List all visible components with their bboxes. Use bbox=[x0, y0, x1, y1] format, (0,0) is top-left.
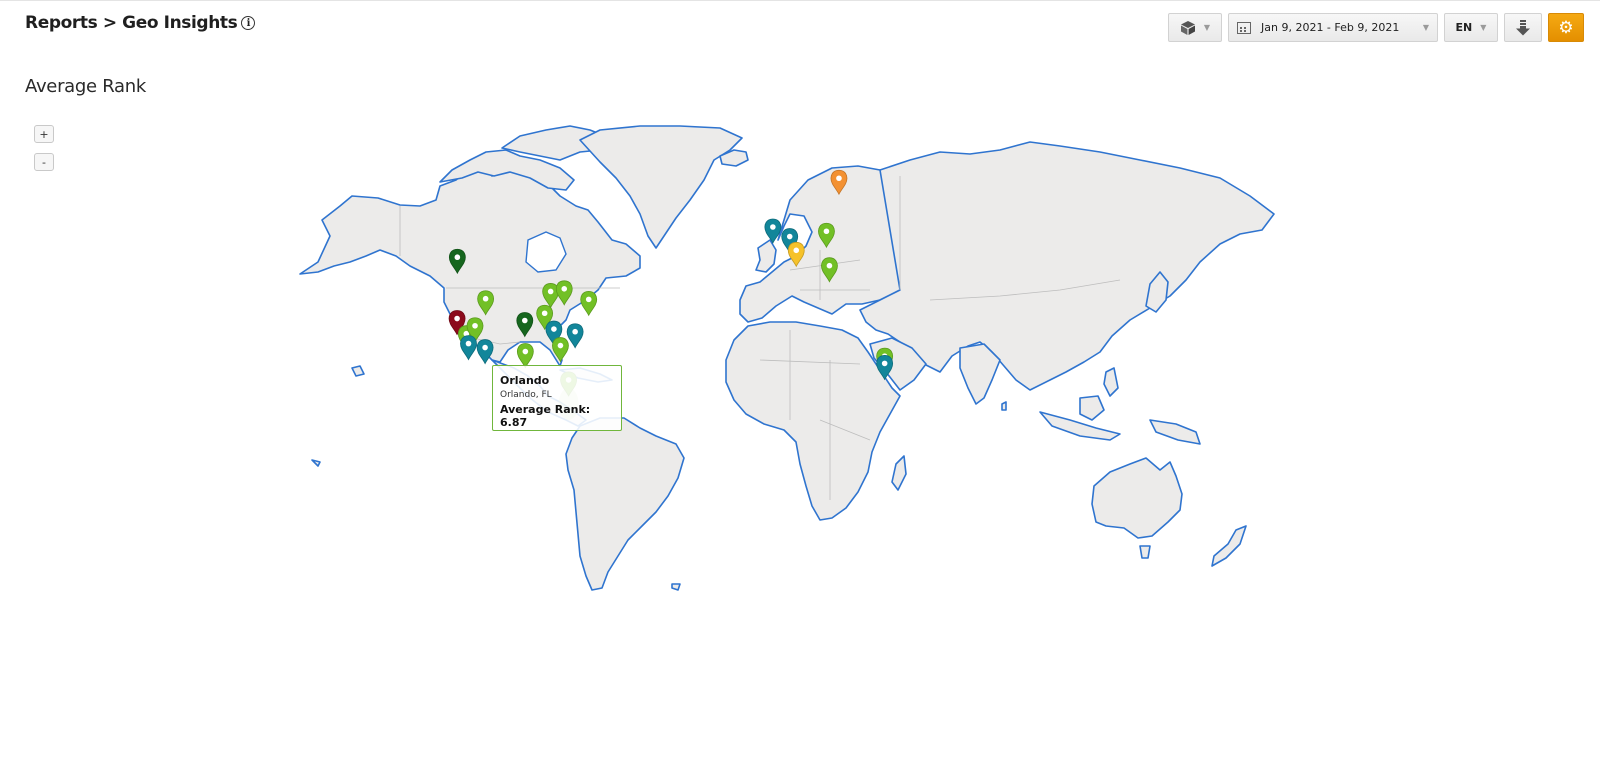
map-pin-icon bbox=[787, 241, 805, 268]
map-pin-dot bbox=[547, 288, 554, 295]
map-pin-dot bbox=[557, 342, 564, 349]
map-marker[interactable] bbox=[580, 290, 598, 317]
map-tooltip: Orlando Orlando, FL Average Rank: 6.87 bbox=[492, 365, 622, 431]
map-pin-dot bbox=[786, 233, 793, 240]
map-pin-dot bbox=[551, 326, 557, 332]
map-pin-dot bbox=[482, 295, 489, 302]
map-pin-dot bbox=[465, 340, 472, 347]
map-pin-icon bbox=[477, 290, 495, 316]
map-pin-dot bbox=[881, 360, 888, 367]
map-pin-icon bbox=[460, 335, 477, 361]
tooltip-value: Average Rank: 6.87 bbox=[500, 403, 591, 429]
map-pin-icon bbox=[764, 218, 782, 244]
map-marker[interactable] bbox=[460, 335, 477, 361]
map-marker[interactable] bbox=[476, 339, 494, 365]
map-marker[interactable] bbox=[821, 257, 838, 283]
map-pin-dot bbox=[472, 322, 478, 329]
marker-layer bbox=[448, 169, 894, 420]
map-pin-icon bbox=[566, 323, 584, 349]
map-marker[interactable] bbox=[555, 280, 573, 306]
map-marker[interactable] bbox=[566, 323, 584, 349]
map-pin-dot bbox=[541, 310, 548, 317]
map-marker[interactable] bbox=[516, 343, 534, 369]
map-pin-dot bbox=[770, 224, 776, 230]
map-pin-icon bbox=[830, 169, 848, 196]
map-pin-dot bbox=[836, 175, 842, 182]
map-pin-dot bbox=[793, 247, 800, 254]
map-pin-icon bbox=[818, 222, 835, 249]
map-pin-dot bbox=[482, 344, 488, 351]
map-pin-dot bbox=[454, 254, 461, 261]
map-marker[interactable] bbox=[764, 218, 782, 244]
map-pin-icon bbox=[876, 354, 894, 381]
map-marker[interactable] bbox=[552, 337, 569, 363]
map-marker[interactable] bbox=[787, 241, 805, 268]
tooltip-title: Orlando bbox=[500, 374, 550, 387]
map-pin-dot bbox=[826, 262, 833, 269]
map-pin-icon bbox=[580, 290, 598, 317]
map-pin-dot bbox=[522, 348, 529, 355]
map-pin-icon bbox=[552, 337, 569, 363]
map-pin-dot bbox=[454, 315, 460, 322]
map-pin-dot bbox=[823, 228, 830, 235]
map-pin-dot bbox=[561, 286, 568, 292]
map-marker[interactable] bbox=[876, 354, 894, 381]
map-marker[interactable] bbox=[516, 312, 534, 338]
map-pin-dot bbox=[522, 317, 528, 324]
map-pin-icon bbox=[516, 312, 534, 338]
map-pin-icon bbox=[448, 248, 466, 275]
world-map[interactable] bbox=[0, 0, 1600, 757]
map-pin-icon bbox=[476, 339, 494, 365]
map-marker[interactable] bbox=[477, 290, 495, 316]
map-pin-icon bbox=[821, 257, 838, 283]
map-marker[interactable] bbox=[830, 169, 848, 196]
map-pin-icon bbox=[516, 343, 534, 369]
map-marker[interactable] bbox=[818, 222, 835, 249]
map-pin-dot bbox=[585, 296, 592, 303]
map-pin-dot bbox=[572, 328, 578, 335]
map-marker[interactable] bbox=[448, 248, 466, 275]
tooltip-subtitle: Orlando, FL bbox=[500, 390, 552, 400]
map-pin-icon bbox=[555, 280, 573, 306]
